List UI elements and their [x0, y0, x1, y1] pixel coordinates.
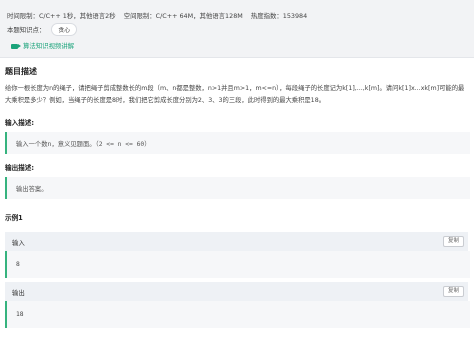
input-description-label: 输入描述: — [5, 119, 35, 127]
knowledge-point-label: 本题知识点： — [7, 26, 46, 34]
video-explanation-link[interactable]: 算法知识视频讲解 — [11, 41, 74, 50]
time-limit: 时间限制：C/C++ 1秒，其他语言2秒 — [7, 12, 116, 20]
output-description-text: 输出答案。 — [16, 186, 48, 193]
knowledge-point-tag[interactable]: 贪心 — [51, 23, 77, 36]
example-input-box: 8 — [5, 251, 470, 278]
limits-line: 时间限制：C/C++ 1秒，其他语言2秒 空间限制：C/C++ 64M，其他语言… — [7, 11, 313, 20]
problem-title: 题目描述 — [5, 67, 37, 76]
example-output-value: 18 — [16, 311, 24, 318]
example-input-value: 8 — [16, 261, 20, 268]
output-description-box: 输出答案。 — [5, 177, 470, 199]
space-limit: 空间限制：C/C++ 64M，其他语言128M — [123, 12, 243, 20]
video-camera-icon — [11, 43, 21, 49]
heat-index: 热度指数：153984 — [250, 12, 308, 20]
input-description-text: 输入一个数n，意义见题面。 — [16, 141, 96, 148]
problem-description: 给你一根长度为n的绳子，请把绳子剪成整数长的m段（m、n都是整数，n>1并且m>… — [5, 85, 465, 104]
input-description-box: 输入一个数n，意义见题面。（2 <= n <= 60） — [5, 132, 470, 154]
example-input-header: 输入 复制 — [5, 232, 468, 251]
example-output-header: 输出 复制 — [5, 282, 468, 301]
example-input-label: 输入 — [12, 239, 25, 247]
problem-info-panel: 时间限制：C/C++ 1秒，其他语言2秒 空间限制：C/C++ 64M，其他语言… — [0, 0, 474, 58]
video-link-label: 算法知识视频讲解 — [23, 42, 75, 50]
knowledge-point-line: 本题知识点： 贪心 — [7, 23, 77, 36]
example-output-label: 输出 — [12, 289, 25, 297]
copy-input-button[interactable]: 复制 — [442, 236, 464, 247]
copy-output-button[interactable]: 复制 — [442, 286, 464, 297]
input-range-code: （2 <= n <= 60） — [95, 141, 151, 148]
example-output-box: 18 — [5, 301, 470, 328]
example-title: 示例1 — [5, 214, 23, 222]
output-description-label: 输出描述: — [5, 164, 35, 172]
